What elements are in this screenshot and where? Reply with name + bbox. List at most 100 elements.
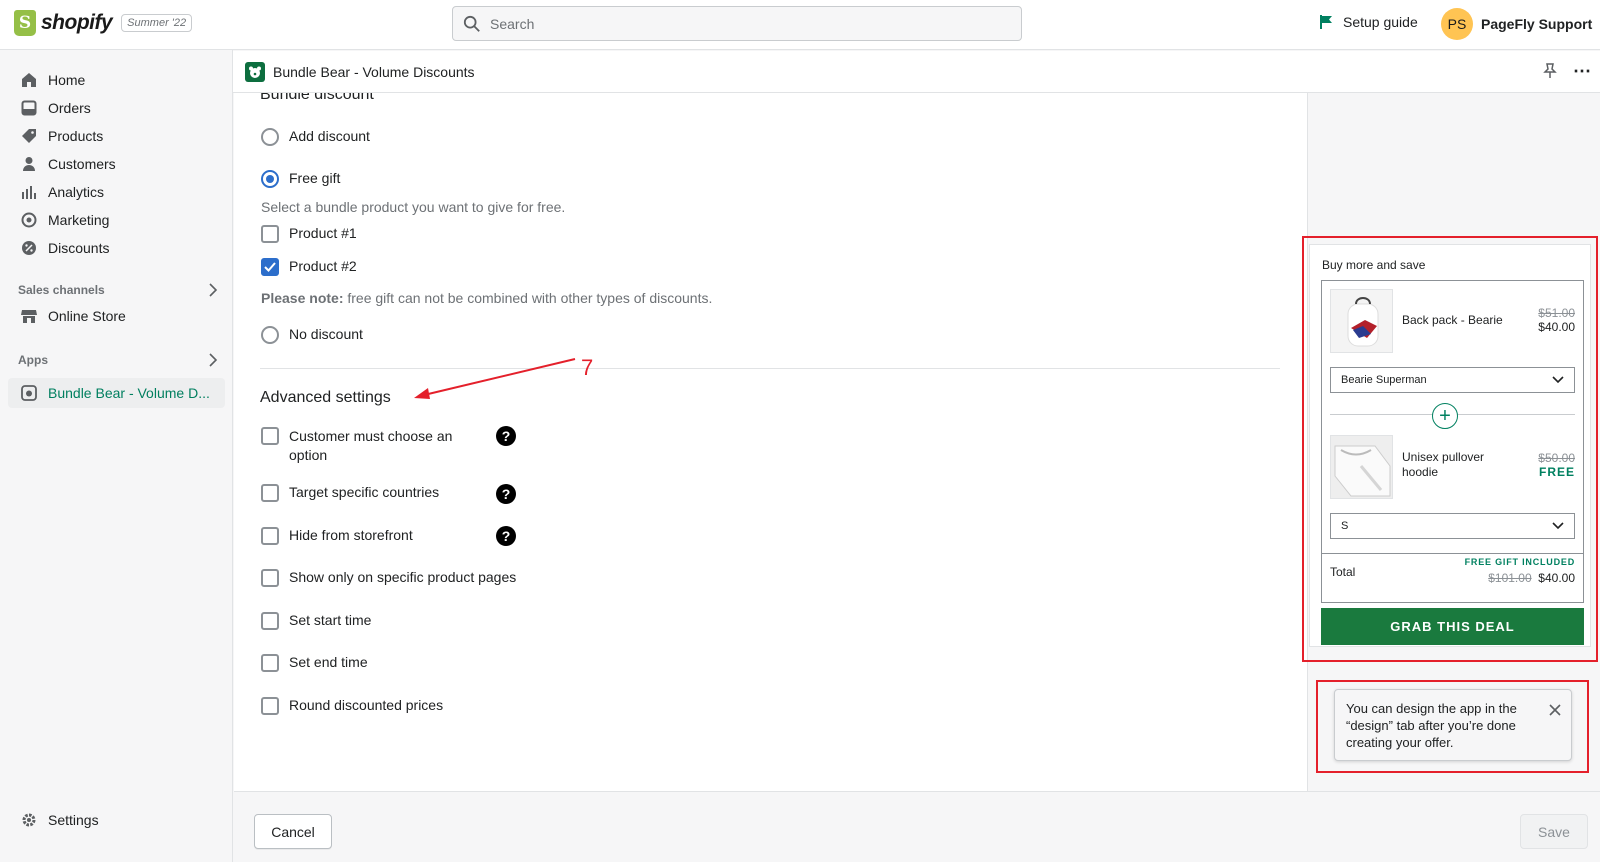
chevron-down-icon <box>1552 522 1564 530</box>
flag-icon <box>1320 15 1332 29</box>
pin-icon[interactable] <box>1543 63 1557 82</box>
checkbox-label-line: Customer must choose an <box>289 428 453 444</box>
hide-storefront-checkbox[interactable]: Hide from storefront <box>261 527 413 545</box>
preview-item-backpack: Back pack - Bearie $51.00 $40.00 <box>1330 289 1575 353</box>
discount-icon <box>20 239 38 257</box>
checkbox-control[interactable] <box>261 612 279 630</box>
radio-control[interactable] <box>261 170 279 188</box>
sidebar-item-products[interactable]: Products <box>8 122 225 150</box>
checkbox-control[interactable] <box>261 225 279 243</box>
checkbox-control[interactable] <box>261 654 279 672</box>
user-menu[interactable]: PS PageFly Support <box>1441 8 1592 40</box>
radio-control[interactable] <box>261 128 279 146</box>
checkbox-control[interactable] <box>261 569 279 587</box>
shopify-bag-icon: S <box>14 10 36 36</box>
sidebar-item-label: Discounts <box>48 240 110 256</box>
grab-deal-button[interactable]: GRAB THIS DEAL <box>1321 608 1584 645</box>
add-discount-radio[interactable]: Add discount <box>261 128 370 146</box>
setup-guide-label: Setup guide <box>1343 14 1418 30</box>
help-icon[interactable]: ? <box>496 484 516 504</box>
no-discount-radio[interactable]: No discount <box>261 326 363 344</box>
target-countries-checkbox[interactable]: Target specific countries <box>261 484 439 502</box>
checkbox-control[interactable] <box>261 427 279 445</box>
start-time-checkbox[interactable]: Set start time <box>261 612 371 630</box>
free-gift-note: Please note: free gift can not be combin… <box>261 290 712 306</box>
search-placeholder: Search <box>490 15 535 32</box>
preview-title: Buy more and save <box>1322 258 1426 272</box>
bundle-preview-widget: Buy more and save Back pack - Bearie $51… <box>1309 244 1591 647</box>
target-icon <box>20 211 38 229</box>
sales-channels-header[interactable]: Sales channels <box>18 283 218 300</box>
end-time-checkbox[interactable]: Set end time <box>261 654 368 672</box>
checkbox-label: Product #1 <box>289 225 357 241</box>
note-label: Please note: <box>261 290 344 306</box>
checkbox-control[interactable] <box>261 527 279 545</box>
sidebar-item-home[interactable]: Home <box>8 66 225 94</box>
sidebar-item-label: Customers <box>48 156 116 172</box>
new-price: $40.00 <box>1538 320 1575 334</box>
customer-must-choose-checkbox[interactable]: Customer must choose an option <box>261 427 452 465</box>
sidebar-item-label: Products <box>48 128 104 144</box>
bundle-bear-logo-icon <box>245 62 265 82</box>
help-icon[interactable]: ? <box>496 526 516 546</box>
cancel-button[interactable]: Cancel <box>254 814 332 849</box>
checkbox-label: Product #2 <box>289 258 357 274</box>
more-actions-icon[interactable]: ⋯ <box>1573 61 1592 82</box>
checkbox-control[interactable] <box>261 697 279 715</box>
total-new-price: $40.00 <box>1538 571 1575 585</box>
app-header: Bundle Bear - Volume Discounts ⋯ <box>233 51 1600 93</box>
bundle-bear-app-icon <box>20 384 38 402</box>
gear-icon <box>20 811 38 829</box>
sidebar-item-customers[interactable]: Customers <box>8 150 225 178</box>
top-bar: S shopify Summer '22 Search Setup guide … <box>0 0 1600 50</box>
item-name: Back pack - Bearie <box>1402 313 1503 327</box>
note-text: free gift can not be combined with other… <box>343 290 713 306</box>
sidebar-item-discounts[interactable]: Discounts <box>8 234 225 262</box>
backpack-thumbnail <box>1330 289 1393 353</box>
product2-checkbox[interactable]: Product #2 <box>261 258 357 276</box>
tag-icon <box>20 127 38 145</box>
free-gift-hint: Select a bundle product you want to give… <box>261 199 566 215</box>
design-tip-toast: You can design the app in the “design” t… <box>1334 689 1572 761</box>
checkmark-icon <box>264 262 276 272</box>
radio-control[interactable] <box>261 326 279 344</box>
sidebar-item-bundle-bear[interactable]: Bundle Bear - Volume D... <box>8 378 225 408</box>
sidebar-item-marketing[interactable]: Marketing <box>8 206 225 234</box>
checkbox-label: Target specific countries <box>289 484 440 500</box>
checkbox-control[interactable] <box>261 484 279 502</box>
apps-header[interactable]: Apps <box>18 353 218 370</box>
product1-checkbox[interactable]: Product #1 <box>261 225 357 243</box>
variant-select-backpack[interactable]: Bearie Superman <box>1330 367 1575 393</box>
sidebar-item-online-store[interactable]: Online Store <box>8 302 225 330</box>
free-gift-radio[interactable]: Free gift <box>261 170 340 188</box>
checkbox-label: Customer must choose an option <box>289 427 452 465</box>
sidebar-item-analytics[interactable]: Analytics <box>8 178 225 206</box>
save-button[interactable]: Save <box>1520 814 1588 849</box>
plus-icon: + <box>1432 403 1458 429</box>
shopify-logo[interactable]: S shopify Summer '22 <box>14 10 193 36</box>
checkbox-control[interactable] <box>261 258 279 276</box>
round-prices-checkbox[interactable]: Round discounted prices <box>261 697 443 715</box>
person-icon <box>20 155 38 173</box>
help-icon[interactable]: ? <box>496 426 516 446</box>
variant-value: Bearie Superman <box>1341 374 1427 386</box>
orders-icon <box>20 99 38 117</box>
sidebar-item-label: Orders <box>48 100 91 116</box>
sidebar-item-orders[interactable]: Orders <box>8 94 225 122</box>
free-label: FREE <box>1538 465 1575 479</box>
checkbox-label: Hide from storefront <box>289 527 413 543</box>
variant-select-hoodie[interactable]: S <box>1330 513 1575 539</box>
search-bar[interactable]: Search <box>452 6 1022 41</box>
checkbox-label: Set start time <box>289 612 372 628</box>
item-name-line: Unisex pullover <box>1402 450 1485 464</box>
annotation-arrow <box>414 358 576 399</box>
sidebar-item-settings[interactable]: Settings <box>8 806 225 834</box>
close-icon[interactable] <box>1549 703 1561 720</box>
setup-guide-button[interactable]: Setup guide <box>1319 14 1418 30</box>
show-specific-pages-checkbox[interactable]: Show only on specific product pages <box>261 569 516 587</box>
brand-name: shopify <box>41 11 113 34</box>
store-icon <box>20 307 38 325</box>
total-label: Total <box>1330 565 1356 579</box>
checkbox-label: Set end time <box>289 654 368 670</box>
sidebar-item-label: Home <box>48 72 86 88</box>
